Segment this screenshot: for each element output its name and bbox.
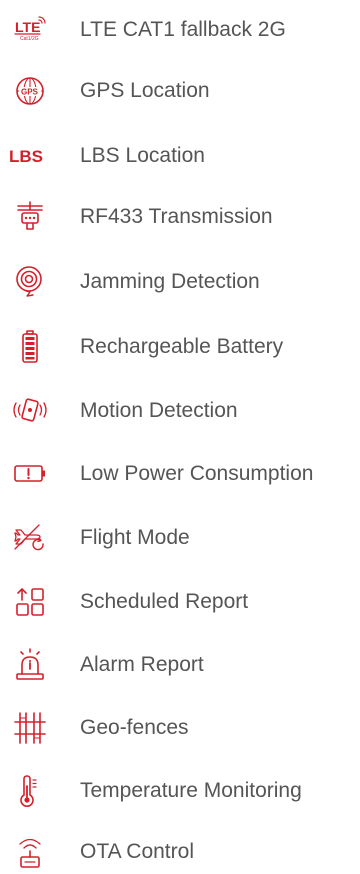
feature-item-flight-mode: Flight Mode xyxy=(0,518,360,558)
feature-item-rf433: RF433 Transmission xyxy=(0,197,360,237)
feature-label: Alarm Report xyxy=(80,653,204,676)
feature-label: LTE CAT1 fallback 2G xyxy=(80,18,286,41)
battery-icon xyxy=(12,329,48,365)
gps-icon-text: GPS xyxy=(21,88,39,97)
feature-item-temperature: Temperature Monitoring xyxy=(0,771,360,811)
feature-item-jamming: Jamming Detection xyxy=(0,262,360,302)
feature-item-ota: OTA Control xyxy=(0,832,360,872)
feature-item-alarm-report: Alarm Report xyxy=(0,645,360,685)
lte-icon-text: LTE xyxy=(15,19,40,35)
alarm-light-icon xyxy=(12,647,48,683)
lte-icon-subtext: Cat1/2G xyxy=(20,36,39,42)
feature-label: Jamming Detection xyxy=(80,270,260,293)
feature-item-lte: LTE Cat1/2G LTE CAT1 fallback 2G xyxy=(0,10,360,50)
feature-label: Motion Detection xyxy=(80,399,238,422)
thermometer-icon xyxy=(12,773,48,809)
airplane-icon xyxy=(12,520,48,556)
lbs-icon-text: LBS xyxy=(9,147,43,166)
feature-label: Scheduled Report xyxy=(80,590,249,613)
feature-label: Rechargeable Battery xyxy=(80,335,284,358)
feature-label: RF433 Transmission xyxy=(80,205,273,228)
ota-wireless-icon xyxy=(12,834,48,870)
feature-item-gps: GPS GPS Location xyxy=(0,71,360,111)
feature-item-motion: Motion Detection xyxy=(0,391,360,431)
feature-label: OTA Control xyxy=(80,840,194,863)
feature-item-geo-fences: Geo-fences xyxy=(0,708,360,748)
lbs-icon: LBS xyxy=(9,138,48,174)
schedule-grid-icon xyxy=(12,584,48,620)
vibration-motion-icon xyxy=(12,393,48,429)
feature-label: Temperature Monitoring xyxy=(80,779,302,802)
feature-item-scheduled-report: Scheduled Report xyxy=(0,582,360,622)
feature-item-low-power: Low Power Consumption xyxy=(0,454,360,494)
feature-list: LTE Cat1/2G LTE CAT1 fallback 2G GPS GPS… xyxy=(0,0,360,874)
jamming-signal-icon xyxy=(12,264,48,300)
low-battery-icon xyxy=(12,456,48,492)
feature-label: Flight Mode xyxy=(80,526,190,549)
geo-fence-icon xyxy=(12,710,48,746)
rf-antenna-icon xyxy=(12,199,48,235)
feature-label: GPS Location xyxy=(80,79,210,102)
feature-item-lbs: LBS LBS Location xyxy=(0,136,360,176)
gps-globe-icon: GPS xyxy=(12,73,48,109)
feature-label: Geo-fences xyxy=(80,716,189,739)
feature-item-battery: Rechargeable Battery xyxy=(0,327,360,367)
feature-label: Low Power Consumption xyxy=(80,462,314,485)
lte-icon: LTE Cat1/2G xyxy=(12,12,48,48)
feature-label: LBS Location xyxy=(80,144,205,167)
